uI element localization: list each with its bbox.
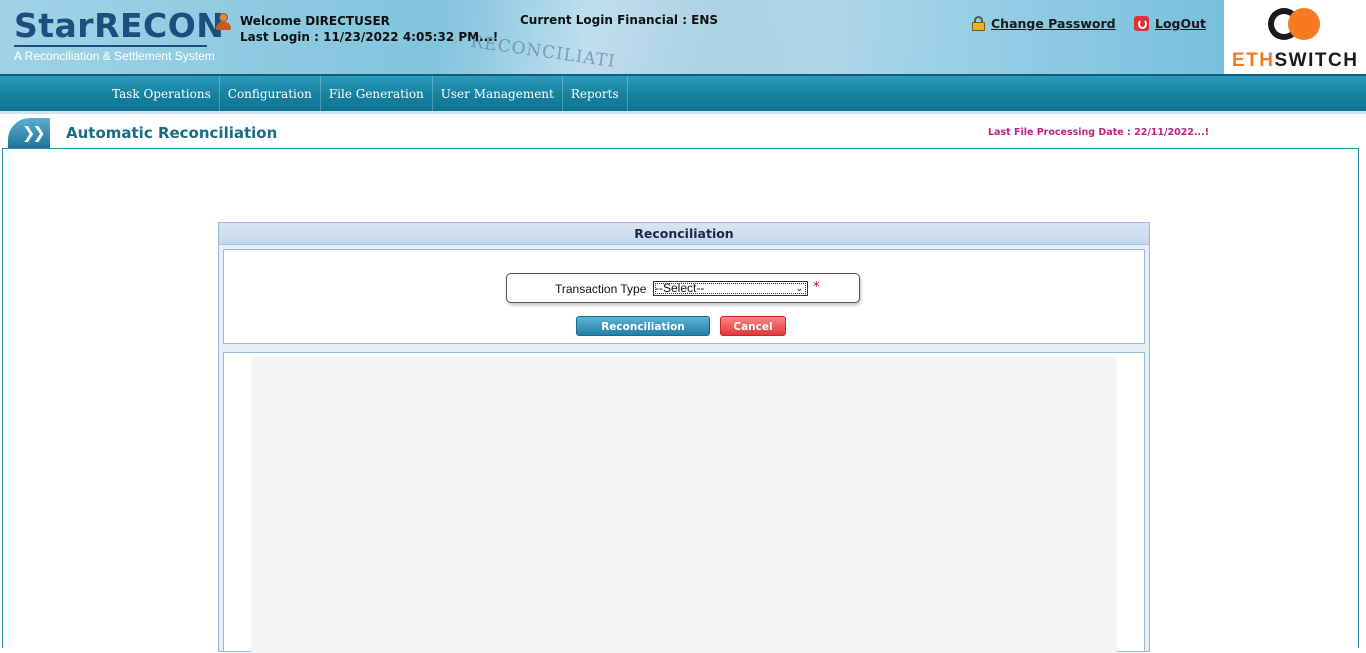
transaction-type-label: Transaction Type (555, 282, 647, 296)
logout-link[interactable]: LogOut (1134, 16, 1206, 31)
brand-name: StarRECON (14, 6, 225, 45)
results-container (223, 352, 1145, 653)
partner-logo-mark (1268, 8, 1320, 40)
cancel-button[interactable]: Cancel (720, 316, 786, 336)
app-header: RECONCILIATI StarRECON A Reconciliation … (0, 0, 1366, 74)
nav-item-file-generation[interactable]: File Generation (321, 76, 433, 112)
nav-item-task-operations[interactable]: Task Operations (104, 76, 220, 112)
welcome-text: Welcome DIRECTUSER (240, 14, 390, 28)
nav-item-reports[interactable]: Reports (563, 76, 628, 112)
reconciliation-form: Transaction Type --Select-- ⌄ * Reconcil… (223, 249, 1145, 344)
partner-logo: ETHSWITCH (1224, 0, 1366, 74)
nav-items: Task Operations Configuration File Gener… (104, 76, 628, 112)
last-file-processing-date: Last File Processing Date : 22/11/2022..… (988, 127, 1210, 138)
panel-title: Reconciliation (219, 223, 1149, 245)
current-financial-text: Current Login Financial : ENS (520, 13, 719, 27)
brand-logo: StarRECON A Reconciliation & Settlement … (14, 8, 224, 63)
title-arrow-icon: ❯❯ (8, 118, 50, 150)
transaction-type-select[interactable]: --Select-- ⌄ (653, 281, 808, 296)
content-area: Reconciliation Transaction Type --Select… (2, 148, 1359, 653)
page-title: Automatic Reconciliation (66, 124, 278, 142)
logout-label: LogOut (1155, 16, 1207, 31)
user-info: Welcome DIRECTUSER Last Login : 11/23/20… (240, 13, 498, 45)
last-login-text: Last Login : 11/23/2022 4:05:32 PM...! (240, 30, 499, 44)
partner-logo-text: ETHSWITCH (1232, 50, 1359, 71)
transaction-type-selected: --Select-- (655, 281, 705, 295)
required-marker: * (813, 280, 820, 295)
brand-underline (14, 45, 207, 47)
reconciliation-button[interactable]: Reconciliation (576, 316, 710, 336)
change-password-label: Change Password (991, 16, 1116, 31)
page-title-bar: ❯❯ Automatic Reconciliation Last File Pr… (0, 114, 1366, 150)
nav-item-configuration[interactable]: Configuration (220, 76, 321, 112)
chevron-down-icon: ⌄ (795, 283, 803, 293)
main-nav: Task Operations Configuration File Gener… (0, 74, 1366, 114)
brand-tagline: A Reconciliation & Settlement System (14, 49, 215, 63)
reconciliation-panel: Reconciliation Transaction Type --Select… (218, 222, 1150, 653)
nav-item-user-management[interactable]: User Management (433, 76, 563, 112)
user-icon (215, 13, 231, 31)
lock-icon (972, 16, 985, 31)
transaction-type-field: Transaction Type --Select-- ⌄ * (506, 273, 860, 303)
logout-icon (1134, 16, 1149, 31)
results-area (251, 357, 1117, 653)
change-password-link[interactable]: Change Password (972, 16, 1116, 31)
